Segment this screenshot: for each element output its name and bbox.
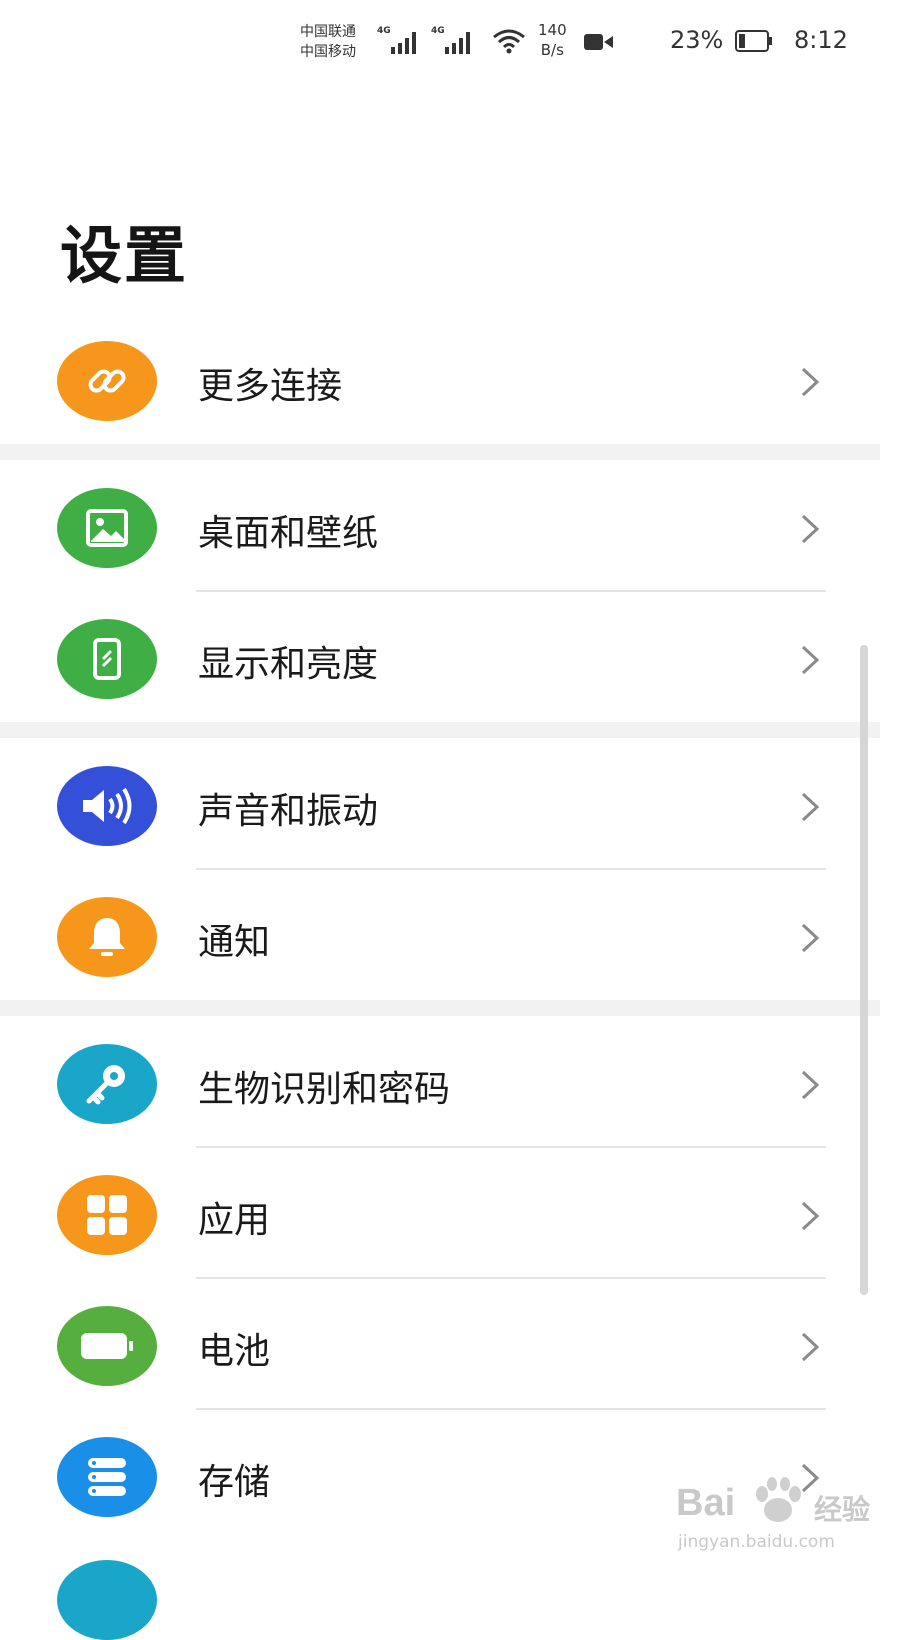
row-divider xyxy=(196,1146,826,1148)
settings-item-label: 桌面和壁纸 xyxy=(198,513,379,554)
page-title: 设置 xyxy=(60,219,189,292)
network-type-1: 4G xyxy=(377,26,391,36)
chevron-right-icon xyxy=(801,923,820,953)
speed-value: 140 xyxy=(538,21,567,39)
wifi-icon xyxy=(492,28,526,58)
row-divider xyxy=(196,1277,826,1279)
chevron-right-icon xyxy=(801,645,820,675)
next-item-icon xyxy=(57,1560,157,1640)
bell-icon xyxy=(57,897,157,977)
carrier-1: 中国联通 xyxy=(300,24,356,40)
speaker-icon xyxy=(57,766,157,846)
settings-item-label: 电池 xyxy=(198,1331,271,1372)
settings-item-display-brightness[interactable]: 显示和亮度 xyxy=(0,593,860,723)
watermark-brand: Bai xyxy=(676,1482,736,1524)
apps-grid-icon xyxy=(57,1175,157,1255)
chevron-right-icon xyxy=(801,1201,820,1231)
chevron-right-icon xyxy=(801,1070,820,1100)
status-bar: 中国联通 中国移动 4G 4G 140 B/s 23% 8:12 xyxy=(0,0,900,90)
settings-item-label: 存储 xyxy=(198,1462,271,1503)
section-divider xyxy=(0,1000,880,1016)
image-icon xyxy=(57,488,157,568)
scrollbar[interactable] xyxy=(860,645,868,1295)
key-icon xyxy=(57,1044,157,1124)
settings-item-label: 更多连接 xyxy=(198,366,343,407)
clock: 8:12 xyxy=(794,26,848,54)
battery-icon xyxy=(57,1306,157,1386)
speed-unit: B/s xyxy=(540,41,564,59)
chevron-right-icon xyxy=(801,792,820,822)
row-divider xyxy=(196,868,826,870)
settings-item-home-wallpaper[interactable]: 桌面和壁纸 xyxy=(0,462,860,592)
storage-icon xyxy=(57,1437,157,1517)
settings-item-notifications[interactable]: 通知 xyxy=(0,871,860,1001)
battery-percent: 23% xyxy=(670,26,724,54)
baidu-jingyan-watermark: Bai 经验 jingyan.baidu.com xyxy=(676,1470,876,1560)
carrier-names: 中国联通 中国移动 xyxy=(300,22,356,62)
chevron-right-icon xyxy=(801,514,820,544)
settings-item-battery[interactable]: 电池 xyxy=(0,1280,860,1410)
watermark-url: jingyan.baidu.com xyxy=(678,1532,835,1552)
carrier-2: 中国移动 xyxy=(300,44,356,60)
row-divider xyxy=(196,1408,826,1410)
phone-brightness-icon xyxy=(57,619,157,699)
link-icon xyxy=(57,341,157,421)
settings-item-label: 显示和亮度 xyxy=(198,644,379,685)
settings-item-apps[interactable]: 应用 xyxy=(0,1149,860,1279)
video-camera-icon xyxy=(584,33,614,55)
section-divider xyxy=(0,444,880,460)
watermark-jingyan: 经验 xyxy=(814,1493,871,1526)
battery-icon xyxy=(735,30,773,56)
section-divider xyxy=(0,722,880,738)
settings-item-label: 通知 xyxy=(198,922,271,963)
settings-item-label: 声音和振动 xyxy=(198,791,379,832)
chevron-right-icon xyxy=(801,367,820,397)
network-speed: 140 B/s xyxy=(538,20,567,60)
chevron-right-icon xyxy=(801,1332,820,1362)
settings-item-biometrics-password[interactable]: 生物识别和密码 xyxy=(0,1018,860,1148)
paw-icon xyxy=(756,1477,801,1522)
settings-item-label: 生物识别和密码 xyxy=(198,1069,451,1110)
settings-item-more-connections[interactable]: 更多连接 xyxy=(0,315,860,445)
row-divider xyxy=(196,590,826,592)
settings-item-label: 应用 xyxy=(198,1200,271,1241)
network-type-2: 4G xyxy=(431,26,445,36)
settings-item-sound-vibration[interactable]: 声音和振动 xyxy=(0,740,860,870)
